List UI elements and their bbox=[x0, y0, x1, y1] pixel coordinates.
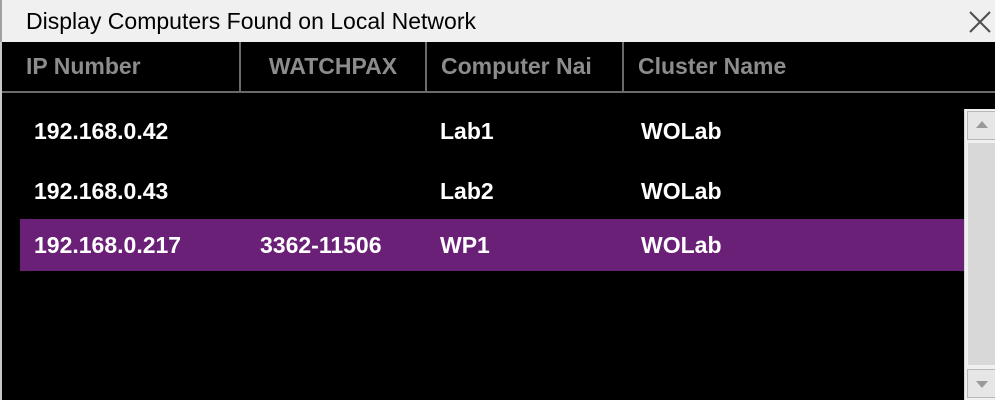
table-row[interactable]: 192.168.0.43 Lab2 WOLab bbox=[20, 165, 964, 217]
dialog-title: Display Computers Found on Local Network bbox=[26, 8, 476, 34]
cell-computer-name: WP1 bbox=[440, 232, 490, 258]
cell-watchpax: 3362-11506 bbox=[260, 232, 382, 258]
arrow-up-icon bbox=[976, 121, 988, 128]
scroll-thumb[interactable] bbox=[968, 143, 995, 365]
cell-cluster-name: WOLab bbox=[641, 118, 722, 144]
computers-table: IP Number WATCHPAX Computer Nai Cluster … bbox=[0, 42, 995, 400]
scroll-up-button[interactable] bbox=[967, 111, 995, 140]
column-header-cluster-name[interactable]: Cluster Name bbox=[624, 42, 964, 91]
column-header-ip-number[interactable]: IP Number bbox=[14, 42, 241, 91]
arrow-down-icon bbox=[976, 381, 988, 388]
cell-ip-number: 192.168.0.42 bbox=[34, 118, 169, 144]
cell-ip-number: 192.168.0.217 bbox=[34, 232, 182, 258]
scroll-down-button[interactable] bbox=[967, 369, 995, 398]
column-header-watchpax[interactable]: WATCHPAX bbox=[241, 42, 427, 91]
cell-ip-number: 192.168.0.43 bbox=[34, 178, 169, 204]
cell-cluster-name: WOLab bbox=[641, 178, 722, 204]
close-icon[interactable] bbox=[966, 8, 994, 36]
title-bar: Display Computers Found on Local Network bbox=[0, 0, 995, 42]
column-header-computer-name[interactable]: Computer Nai bbox=[427, 42, 624, 91]
table-row-selected[interactable]: 192.168.0.217 3362-11506 WP1 WOLab bbox=[20, 219, 964, 271]
table-header: IP Number WATCHPAX Computer Nai Cluster … bbox=[2, 42, 995, 93]
cell-computer-name: Lab1 bbox=[440, 118, 494, 144]
cell-computer-name: Lab2 bbox=[440, 178, 494, 204]
vertical-scrollbar[interactable] bbox=[964, 109, 995, 400]
table-row[interactable]: 192.168.0.42 Lab1 WOLab bbox=[20, 105, 964, 157]
computers-dialog: Display Computers Found on Local Network… bbox=[0, 0, 995, 400]
cell-cluster-name: WOLab bbox=[641, 232, 722, 258]
